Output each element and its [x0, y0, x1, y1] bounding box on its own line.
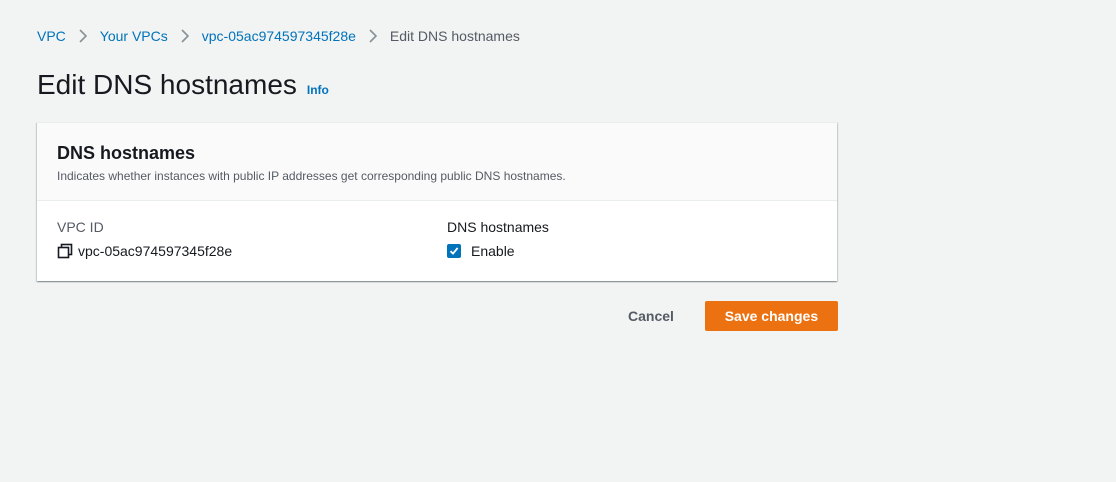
save-changes-button[interactable]: Save changes: [704, 301, 838, 331]
breadcrumb-vpc-id[interactable]: vpc-05ac974597345f28e: [202, 27, 356, 45]
enable-checkbox-row[interactable]: Enable: [447, 242, 549, 260]
dns-hostnames-panel: DNS hostnames Indicates whether instance…: [37, 122, 837, 281]
chevron-right-icon: [174, 29, 196, 43]
dns-hostnames-field: DNS hostnames Enable: [447, 218, 549, 260]
copy-icon[interactable]: [57, 243, 73, 259]
panel-header: DNS hostnames Indicates whether instance…: [37, 123, 837, 201]
checkmark-icon: [449, 247, 459, 255]
vpc-id-field: VPC ID vpc-05ac974597345f28e: [57, 218, 232, 260]
dns-hostnames-label: DNS hostnames: [447, 219, 549, 235]
page: VPC Your VPCs vpc-05ac974597345f28e Edit…: [0, 0, 1116, 482]
vpc-id-value-row: vpc-05ac974597345f28e: [57, 242, 232, 260]
breadcrumb-vpc[interactable]: VPC: [37, 27, 66, 45]
chevron-right-icon: [72, 29, 94, 43]
panel-description: Indicates whether instances with public …: [57, 169, 566, 183]
panel-title: DNS hostnames: [57, 143, 196, 163]
form-actions: Cancel Save changes: [610, 301, 838, 331]
info-link[interactable]: Info: [307, 83, 329, 97]
enable-label[interactable]: Enable: [471, 242, 515, 260]
panel-body: VPC ID vpc-05ac974597345f28e DNS hostnam…: [37, 201, 837, 280]
vpc-id-value: vpc-05ac974597345f28e: [78, 243, 233, 259]
breadcrumb-your-vpcs[interactable]: Your VPCs: [100, 27, 168, 45]
page-title: Edit DNS hostnames: [37, 69, 297, 100]
breadcrumb: VPC Your VPCs vpc-05ac974597345f28e Edit…: [37, 27, 520, 45]
breadcrumb-current: Edit DNS hostnames: [389, 28, 520, 44]
vpc-id-label: VPC ID: [57, 219, 104, 235]
chevron-right-icon: [362, 29, 384, 43]
enable-checkbox[interactable]: [447, 244, 461, 258]
cancel-button[interactable]: Cancel: [610, 302, 692, 330]
title-row: Edit DNS hostnames Info: [37, 68, 329, 102]
